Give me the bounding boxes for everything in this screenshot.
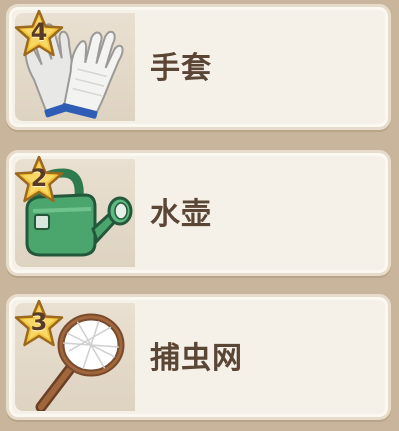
item-name: 手套 [150, 51, 212, 86]
star-rating-badge: 2 [13, 155, 65, 207]
item-name: 水壶 [150, 197, 212, 232]
item-list: 4 手套 2 水壶 3 捕虫网 [0, 0, 399, 431]
star-rating-value: 4 [30, 18, 48, 46]
star-rating-badge: 3 [13, 299, 65, 351]
item-card-bug-net[interactable]: 3 捕虫网 [6, 294, 391, 420]
star-rating-value: 2 [30, 164, 48, 192]
item-icon-panel: 4 [14, 9, 135, 121]
item-card-gloves[interactable]: 4 手套 [6, 4, 391, 130]
item-icon-panel: 2 [14, 155, 135, 267]
item-icon-panel: 3 [14, 299, 135, 411]
item-name: 捕虫网 [150, 341, 243, 376]
star-rating-badge: 4 [13, 9, 65, 61]
item-card-watering-can[interactable]: 2 水壶 [6, 150, 391, 276]
star-rating-value: 3 [30, 308, 48, 336]
